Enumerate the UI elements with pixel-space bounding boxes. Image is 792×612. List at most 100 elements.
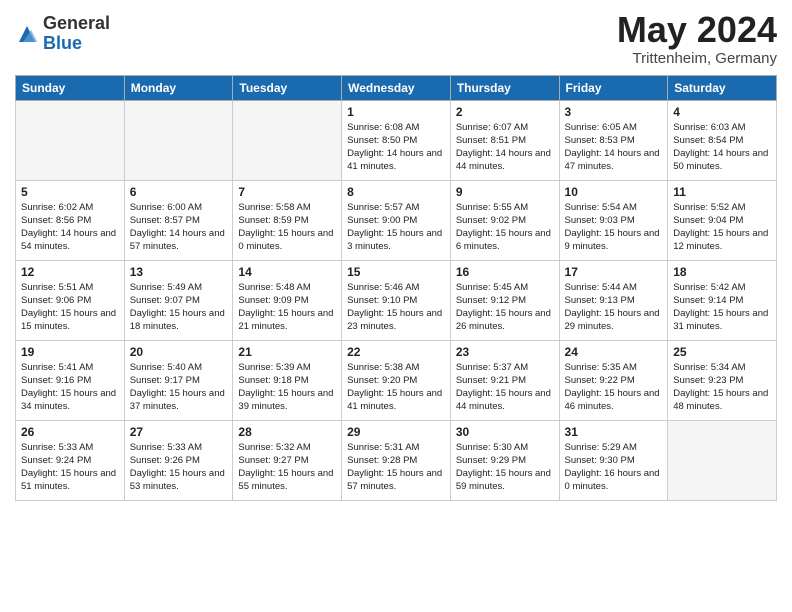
day-info: Sunrise: 5:34 AM Sunset: 9:23 PM Dayligh… [673,361,771,414]
calendar-cell: 31 Sunrise: 5:29 AM Sunset: 9:30 PM Dayli… [559,420,668,500]
calendar-cell: 23Sunrise: 5:37 AM Sunset: 9:21 PM Dayli… [450,340,559,420]
day-number: 24 [565,345,663,359]
day-number: 8 [347,185,445,199]
day-number: 12 [21,265,119,279]
day-info: Sunrise: 5:49 AM Sunset: 9:07 PM Dayligh… [130,281,228,334]
calendar-cell: 7 Sunrise: 5:58 AM Sunset: 8:59 PM Daylig… [233,180,342,260]
logo-blue: Blue [43,34,110,54]
day-number: 17 [565,265,663,279]
column-header-sunday: Sunday [16,75,125,100]
day-info: Sunrise: 5:40 AM Sunset: 9:17 PM Dayligh… [130,361,228,414]
day-number: 21 [238,345,336,359]
calendar-table: SundayMondayTuesdayWednesdayThursdayFrid… [15,75,777,501]
day-number: 16 [456,265,554,279]
day-info: Sunrise: 6:02 AM Sunset: 8:56 PM Dayligh… [21,201,119,254]
day-info: Sunrise: 6:07 AM Sunset: 8:51 PM Dayligh… [456,121,554,174]
calendar-cell: 22 Sunrise: 5:38 AM Sunset: 9:20 PM Dayli… [342,340,451,420]
day-info: Sunrise: 5:39 AM Sunset: 9:18 PM Dayligh… [238,361,336,414]
calendar-cell: 19 Sunrise: 5:41 AM Sunset: 9:16 PM Dayli… [16,340,125,420]
day-number: 2 [456,105,554,119]
day-info: Sunrise: 6:03 AM Sunset: 8:54 PM Dayligh… [673,121,771,174]
calendar-cell: 2 Sunrise: 6:07 AM Sunset: 8:51 PM Daylig… [450,100,559,180]
day-info: Sunrise: 5:42 AM Sunset: 9:14 PM Dayligh… [673,281,771,334]
week-row: 5 Sunrise: 6:02 AM Sunset: 8:56 PM Daylig… [16,180,777,260]
day-info: Sunrise: 5:46 AM Sunset: 9:10 PM Dayligh… [347,281,445,334]
day-number: 26 [21,425,119,439]
day-info: Sunrise: 5:51 AM Sunset: 9:06 PM Dayligh… [21,281,119,334]
title-block: May 2024 Trittenheim, Germany [617,10,777,67]
column-header-friday: Friday [559,75,668,100]
day-number: 9 [456,185,554,199]
calendar-subtitle: Trittenheim, Germany [617,50,777,67]
day-info: Sunrise: 5:55 AM Sunset: 9:02 PM Dayligh… [456,201,554,254]
day-number: 10 [565,185,663,199]
day-number: 27 [130,425,228,439]
column-header-monday: Monday [124,75,233,100]
day-info: Sunrise: 5:44 AM Sunset: 9:13 PM Dayligh… [565,281,663,334]
week-row: 26 Sunrise: 5:33 AM Sunset: 9:24 PM Dayli… [16,420,777,500]
day-number: 5 [21,185,119,199]
day-info: Sunrise: 5:48 AM Sunset: 9:09 PM Dayligh… [238,281,336,334]
calendar-cell: 4 Sunrise: 6:03 AM Sunset: 8:54 PM Daylig… [668,100,777,180]
calendar-cell: 5 Sunrise: 6:02 AM Sunset: 8:56 PM Daylig… [16,180,125,260]
day-info: Sunrise: 5:33 AM Sunset: 9:24 PM Dayligh… [21,441,119,494]
day-info: Sunrise: 5:29 AM Sunset: 9:30 PM Dayligh… [565,441,663,494]
calendar-cell: 9 Sunrise: 5:55 AM Sunset: 9:02 PM Daylig… [450,180,559,260]
day-number: 18 [673,265,771,279]
day-info: Sunrise: 5:30 AM Sunset: 9:29 PM Dayligh… [456,441,554,494]
day-number: 7 [238,185,336,199]
day-info: Sunrise: 5:41 AM Sunset: 9:16 PM Dayligh… [21,361,119,414]
calendar-cell: 25 Sunrise: 5:34 AM Sunset: 9:23 PM Dayli… [668,340,777,420]
calendar-cell: 12 Sunrise: 5:51 AM Sunset: 9:06 PM Dayli… [16,260,125,340]
column-header-tuesday: Tuesday [233,75,342,100]
logo-icon [15,22,39,46]
calendar-cell: 13Sunrise: 5:49 AM Sunset: 9:07 PM Dayli… [124,260,233,340]
calendar-cell: 30Sunrise: 5:30 AM Sunset: 9:29 PM Dayli… [450,420,559,500]
calendar-title: May 2024 [617,10,777,50]
day-number: 4 [673,105,771,119]
day-number: 29 [347,425,445,439]
header-row: SundayMondayTuesdayWednesdayThursdayFrid… [16,75,777,100]
calendar-cell: 26 Sunrise: 5:33 AM Sunset: 9:24 PM Dayli… [16,420,125,500]
day-info: Sunrise: 5:38 AM Sunset: 9:20 PM Dayligh… [347,361,445,414]
day-info: Sunrise: 5:31 AM Sunset: 9:28 PM Dayligh… [347,441,445,494]
logo-text: General Blue [43,14,110,54]
day-info: Sunrise: 5:52 AM Sunset: 9:04 PM Dayligh… [673,201,771,254]
day-number: 14 [238,265,336,279]
day-info: Sunrise: 5:57 AM Sunset: 9:00 PM Dayligh… [347,201,445,254]
week-row: 1Sunrise: 6:08 AM Sunset: 8:50 PM Daylig… [16,100,777,180]
day-number: 25 [673,345,771,359]
column-header-wednesday: Wednesday [342,75,451,100]
day-number: 20 [130,345,228,359]
calendar-header: SundayMondayTuesdayWednesdayThursdayFrid… [16,75,777,100]
day-number: 3 [565,105,663,119]
calendar-body: 1Sunrise: 6:08 AM Sunset: 8:50 PM Daylig… [16,100,777,500]
day-number: 11 [673,185,771,199]
calendar-cell: 29 Sunrise: 5:31 AM Sunset: 9:28 PM Dayli… [342,420,451,500]
day-info: Sunrise: 5:54 AM Sunset: 9:03 PM Dayligh… [565,201,663,254]
day-number: 22 [347,345,445,359]
calendar-cell: 11 Sunrise: 5:52 AM Sunset: 9:04 PM Dayli… [668,180,777,260]
calendar-cell: 10 Sunrise: 5:54 AM Sunset: 9:03 PM Dayli… [559,180,668,260]
calendar-cell: 1Sunrise: 6:08 AM Sunset: 8:50 PM Daylig… [342,100,451,180]
day-info: Sunrise: 6:00 AM Sunset: 8:57 PM Dayligh… [130,201,228,254]
day-number: 31 [565,425,663,439]
calendar-cell [16,100,125,180]
day-info: Sunrise: 5:58 AM Sunset: 8:59 PM Dayligh… [238,201,336,254]
calendar-cell: 8 Sunrise: 5:57 AM Sunset: 9:00 PM Daylig… [342,180,451,260]
calendar-cell: 3Sunrise: 6:05 AM Sunset: 8:53 PM Daylig… [559,100,668,180]
day-number: 23 [456,345,554,359]
calendar-cell: 16Sunrise: 5:45 AM Sunset: 9:12 PM Dayli… [450,260,559,340]
day-number: 1 [347,105,445,119]
calendar-cell: 6Sunrise: 6:00 AM Sunset: 8:57 PM Daylig… [124,180,233,260]
day-number: 19 [21,345,119,359]
day-number: 15 [347,265,445,279]
calendar-cell [124,100,233,180]
calendar-cell: 28Sunrise: 5:32 AM Sunset: 9:27 PM Dayli… [233,420,342,500]
calendar-cell: 18 Sunrise: 5:42 AM Sunset: 9:14 PM Dayli… [668,260,777,340]
calendar-cell: 20 Sunrise: 5:40 AM Sunset: 9:17 PM Dayli… [124,340,233,420]
calendar-cell: 15 Sunrise: 5:46 AM Sunset: 9:10 PM Dayli… [342,260,451,340]
calendar-cell: 14 Sunrise: 5:48 AM Sunset: 9:09 PM Dayli… [233,260,342,340]
calendar-cell [233,100,342,180]
calendar-cell [668,420,777,500]
